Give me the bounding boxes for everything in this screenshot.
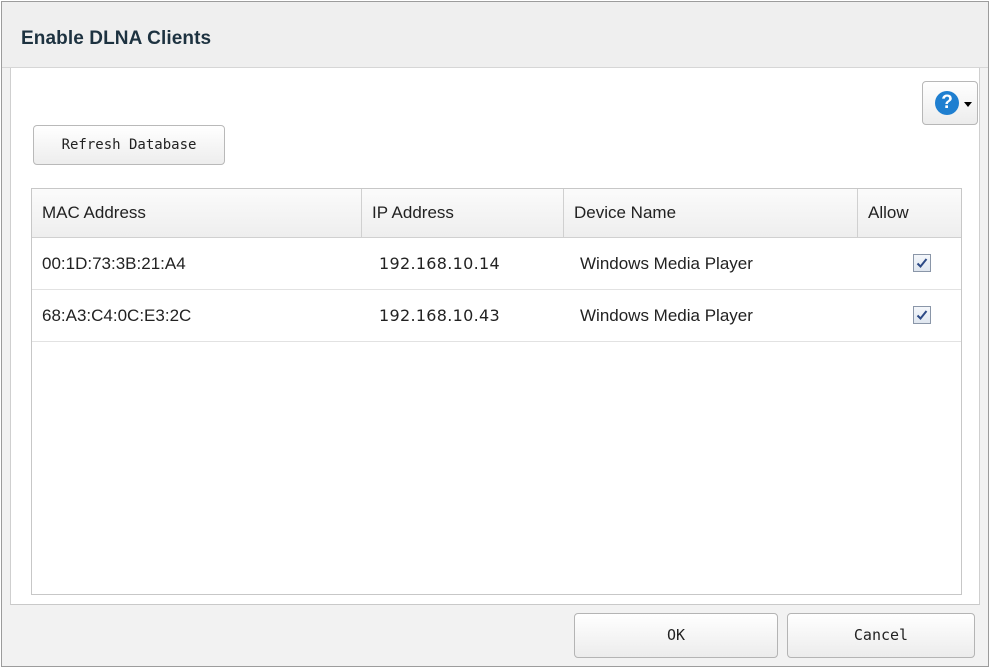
ok-button[interactable]: OK — [574, 613, 778, 658]
ip-address-cell: 192.168.10.43 — [379, 306, 500, 325]
cancel-button[interactable]: Cancel — [787, 613, 975, 658]
device-name-cell: Windows Media Player — [580, 254, 753, 273]
checkmark-icon — [916, 258, 928, 268]
dlna-clients-table: MAC Address IP Address Device Name Allow… — [31, 188, 962, 595]
table-row[interactable]: 68:A3:C4:0C:E3:2C 192.168.10.43 Windows … — [32, 290, 961, 342]
help-question-icon: ? — [935, 91, 959, 115]
refresh-database-button[interactable]: Refresh Database — [33, 125, 225, 165]
enable-dlna-clients-dialog: Enable DLNA Clients ? Refresh Database M… — [1, 1, 989, 667]
column-header-mac-address[interactable]: MAC Address — [32, 189, 361, 237]
checkmark-icon — [916, 310, 928, 320]
dialog-title: Enable DLNA Clients — [21, 28, 212, 49]
table-row[interactable]: 00:1D:73:3B:21:A4 192.168.10.14 Windows … — [32, 238, 961, 290]
column-header-device-name[interactable]: Device Name — [563, 189, 857, 237]
ip-address-cell: 192.168.10.14 — [379, 254, 500, 273]
table-header: MAC Address IP Address Device Name Allow — [32, 189, 961, 238]
help-menu-button[interactable]: ? — [922, 81, 978, 125]
device-name-cell: Windows Media Player — [580, 306, 753, 325]
caret-down-icon — [964, 102, 972, 107]
dialog-titlebar: Enable DLNA Clients — [2, 2, 988, 68]
dialog-content: ? Refresh Database MAC Address IP Addres… — [10, 68, 980, 605]
mac-address-cell: 00:1D:73:3B:21:A4 — [42, 254, 186, 273]
column-header-ip-address[interactable]: IP Address — [361, 189, 563, 237]
allow-checkbox[interactable] — [913, 254, 931, 272]
allow-checkbox[interactable] — [913, 306, 931, 324]
column-header-allow[interactable]: Allow — [857, 189, 961, 237]
mac-address-cell: 68:A3:C4:0C:E3:2C — [42, 306, 192, 325]
